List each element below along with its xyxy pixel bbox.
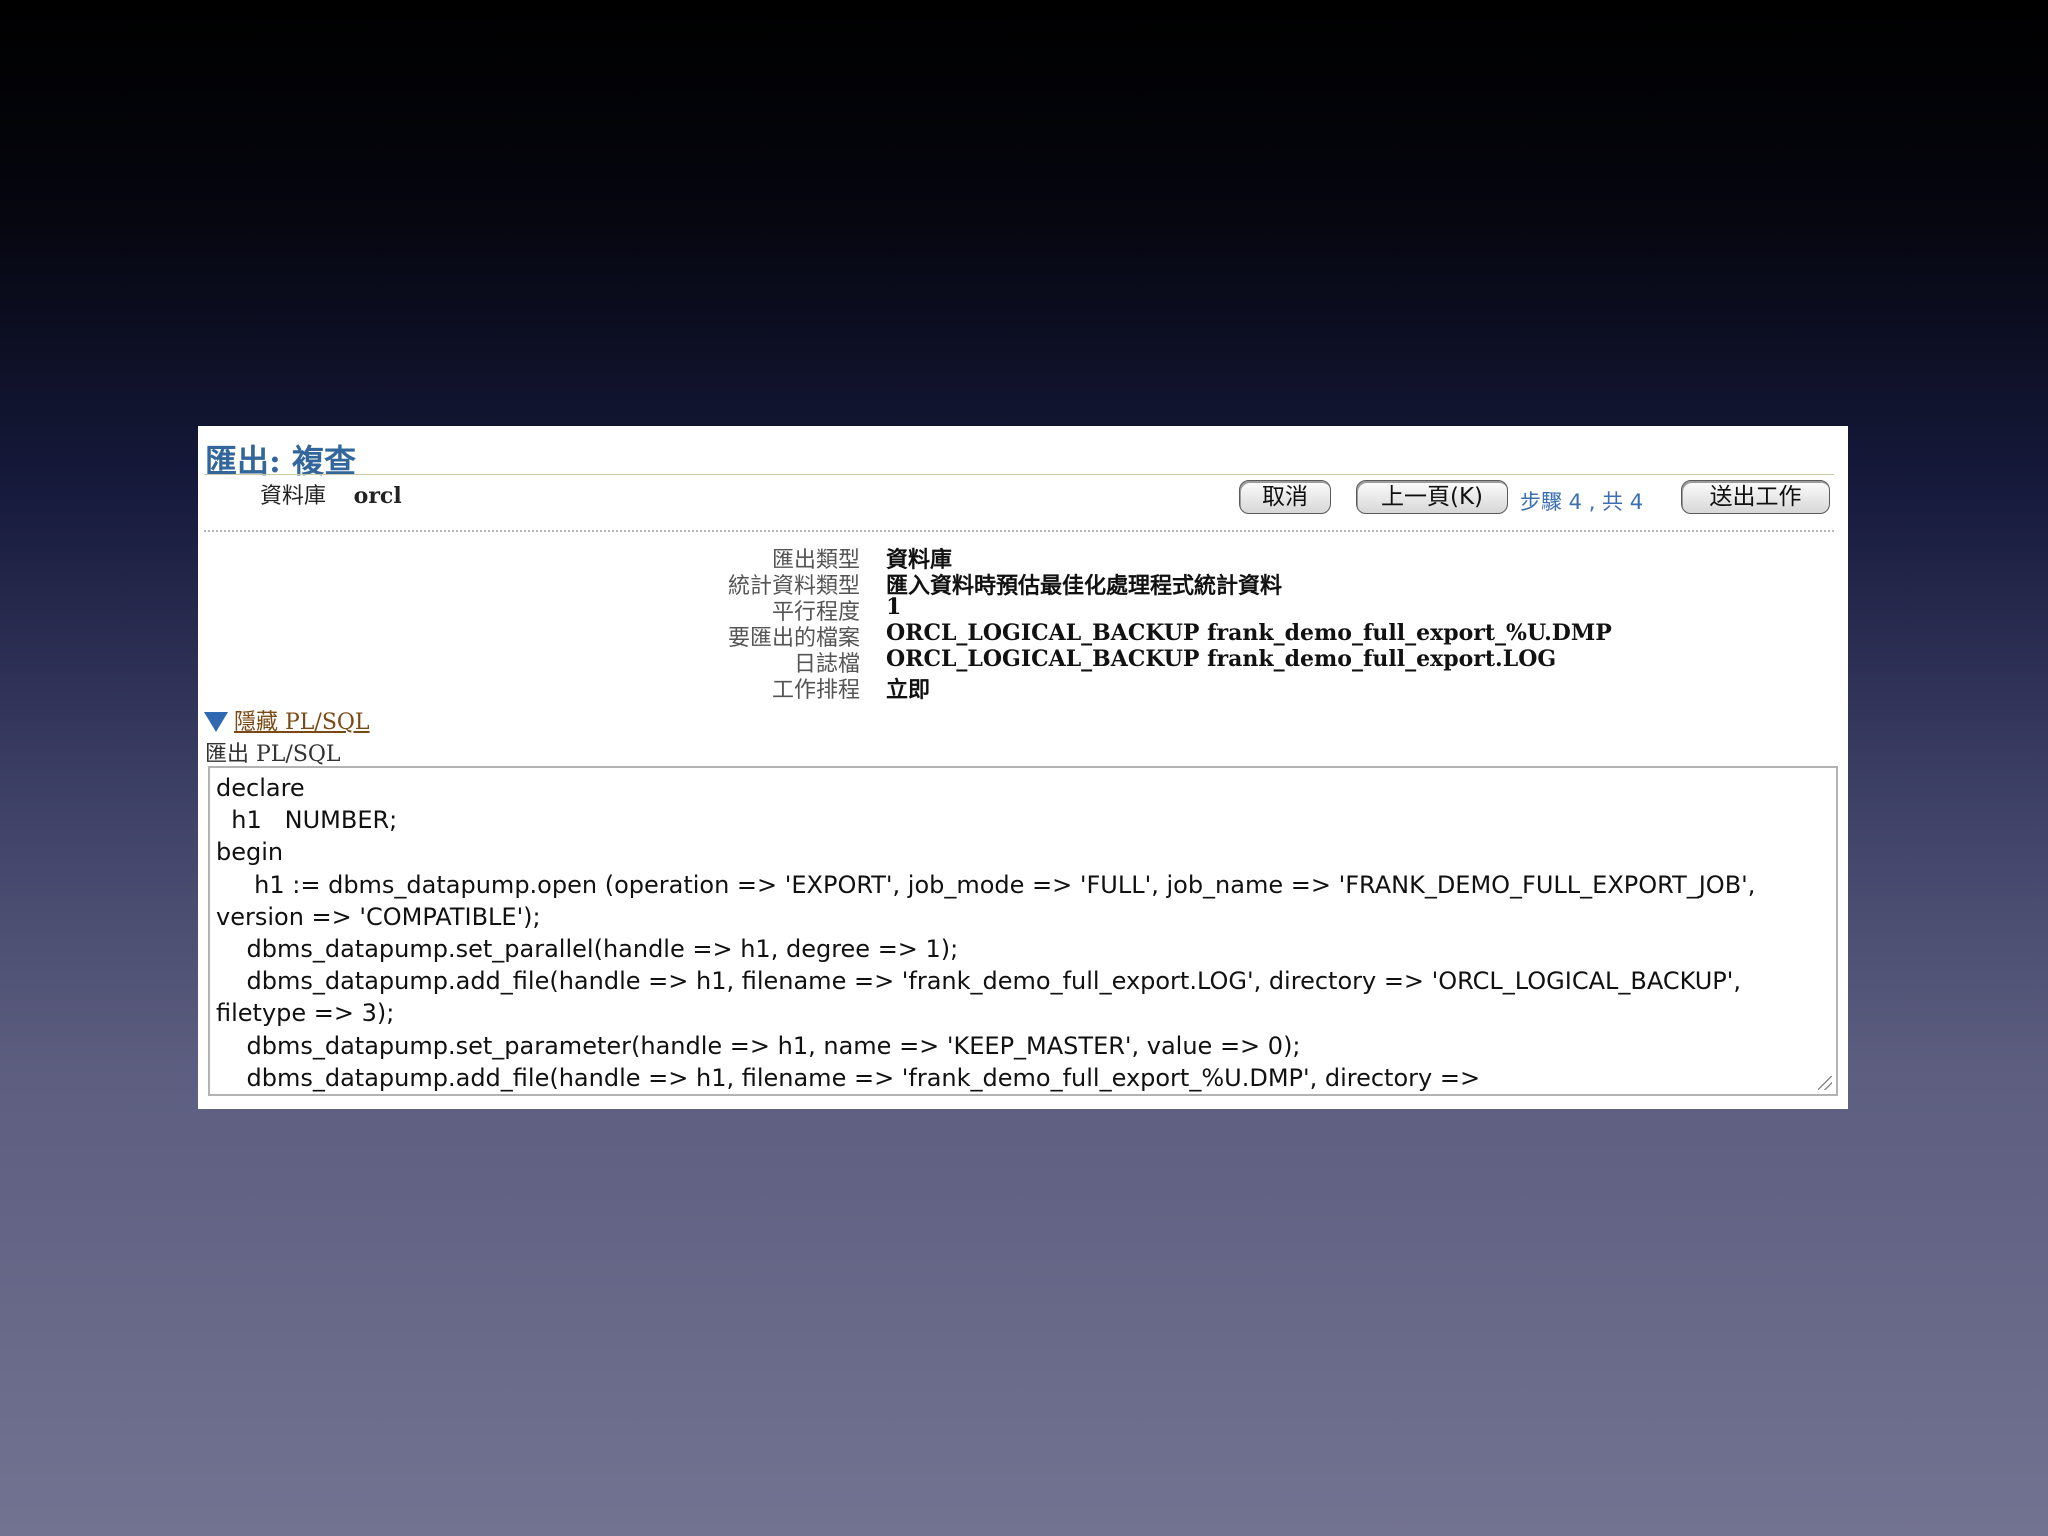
plsql-section-label: 匯出 PL/SQL [205,742,341,767]
dotted-divider [204,530,1834,532]
back-button[interactable]: 上一頁(K) [1356,480,1508,514]
code-line: h1 := dbms_datapump.open (operation => '… [216,870,1756,899]
database-row: 資料庫 orcl [260,478,402,510]
code-line: declare [216,774,305,802]
code-line: begin [216,838,284,867]
code-line: dbms_datapump.set_parallel(handle => h1,… [216,935,959,964]
export-review-panel: 匯出: 複查 資料庫 orcl 取消 上一頁(K) 步驟 4 , 共 4 送出工… [198,426,1848,1109]
summary-row-export-files: 要匯出的檔案 ORCL_LOGICAL_BACKUP frank_demo_fu… [198,620,1848,651]
submit-job-button[interactable]: 送出工作 [1681,480,1830,514]
hide-plsql-link[interactable]: 隱藏 PL/SQL [234,710,370,735]
resize-grip-icon[interactable] [1818,1076,1832,1090]
summary-value: ORCL_LOGICAL_BACKUP frank_demo_full_expo… [886,646,1557,672]
summary-row-parallelism: 平行程度 1 [198,594,1848,625]
page-title: 匯出: 複查 [205,442,356,480]
cancel-button[interactable]: 取消 [1239,480,1331,514]
code-line: h1 NUMBER; [216,806,398,835]
title-divider [204,474,1834,475]
plsql-textarea[interactable]: declare h1 NUMBER; begin h1 := dbms_data… [208,766,1838,1096]
step-indicator: 步驟 4 , 共 4 [1520,490,1644,514]
database-label: 資料庫 [260,484,327,509]
summary-row-job-schedule: 工作排程 立即 [198,672,1848,703]
summary-row-log-file: 日誌檔 ORCL_LOGICAL_BACKUP frank_demo_full_… [198,646,1848,677]
code-line: filetype => 3); [216,999,395,1028]
database-value: orcl [353,483,402,509]
summary-value: 1 [886,594,902,620]
summary-value: 立即 [886,677,931,703]
code-line: dbms_datapump.set_parameter(handle => h1… [216,1031,1301,1060]
code-line: dbms_datapump.add_file(handle => h1, fil… [216,1063,1481,1092]
summary-row-export-type: 匯出類型 資料庫 [198,542,1848,573]
hide-plsql-toggle[interactable]: 隱藏 PL/SQL [204,704,370,736]
summary-value: ORCL_LOGICAL_BACKUP frank_demo_full_expo… [886,620,1612,646]
summary-label: 工作排程 [771,678,860,703]
code-line: version => 'COMPATIBLE'); [216,902,541,931]
triangle-down-icon[interactable] [204,712,228,732]
code-line: dbms_datapump.add_file(handle => h1, fil… [216,967,1741,996]
summary-row-statistics-type: 統計資料類型 匯入資料時預估最佳化處理程式統計資料 [198,568,1848,599]
